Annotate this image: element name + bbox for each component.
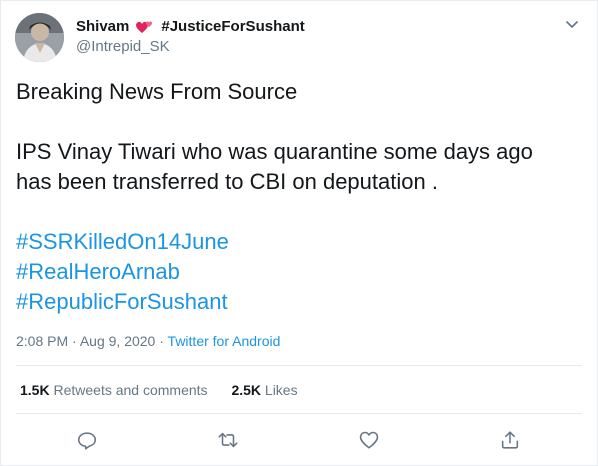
avatar-image [15, 13, 64, 62]
author-handle[interactable]: @Intrepid_SK [76, 38, 170, 55]
hashtag-link[interactable]: #RepublicForSushant [16, 287, 586, 317]
divider [16, 365, 582, 366]
meta-separator: · [72, 333, 77, 349]
hashtag-link[interactable]: #RealHeroArnab [16, 257, 586, 287]
divider [16, 413, 582, 414]
tweet-stats: 1.5K Retweets and comments 2.5K Likes [20, 382, 318, 398]
reply-icon[interactable] [76, 429, 100, 453]
tweet-meta: 2:08 PM · Aug 9, 2020 · Twitter for Andr… [16, 333, 280, 349]
author-display-name-suffix: #JusticeForSushant [161, 18, 305, 35]
like-icon[interactable] [358, 429, 382, 453]
likes-stat[interactable]: 2.5K Likes [231, 382, 297, 398]
tweet-text-line: has been transferred to CBI on deputatio… [16, 169, 438, 194]
hashtag-link[interactable]: #SSRKilledOn14June [16, 227, 586, 257]
retweet-icon[interactable] [217, 429, 241, 453]
retweets-label: Retweets and comments [53, 382, 208, 398]
tweet-time[interactable]: 2:08 PM [16, 333, 68, 349]
tweet-text-line: IPS Vinay Tiwari who was quarantine some… [16, 139, 533, 164]
author-display-name: Shivam [76, 18, 130, 35]
chevron-down-icon[interactable] [563, 15, 581, 33]
author-name-row[interactable]: Shivam #JusticeForSushant [76, 18, 305, 35]
retweets-stat[interactable]: 1.5K Retweets and comments [20, 382, 211, 398]
share-icon[interactable] [499, 429, 523, 453]
likes-count: 2.5K [231, 382, 262, 398]
meta-separator: · [159, 333, 164, 349]
tweet-date[interactable]: Aug 9, 2020 [80, 333, 156, 349]
tweet-source-link[interactable]: Twitter for Android [168, 333, 281, 349]
tweet-actions [1, 425, 597, 457]
avatar[interactable] [15, 13, 64, 62]
retweets-count: 1.5K [20, 382, 50, 398]
tweet-text-line: Breaking News From Source [16, 79, 298, 104]
two-hearts-icon [135, 19, 155, 35]
likes-label: Likes [264, 382, 298, 398]
tweet-text: Breaking News From Source IPS Vinay Tiwa… [16, 77, 586, 317]
tweet-card: Shivam #JusticeForSushant @Intrepid_SK B… [0, 0, 598, 466]
